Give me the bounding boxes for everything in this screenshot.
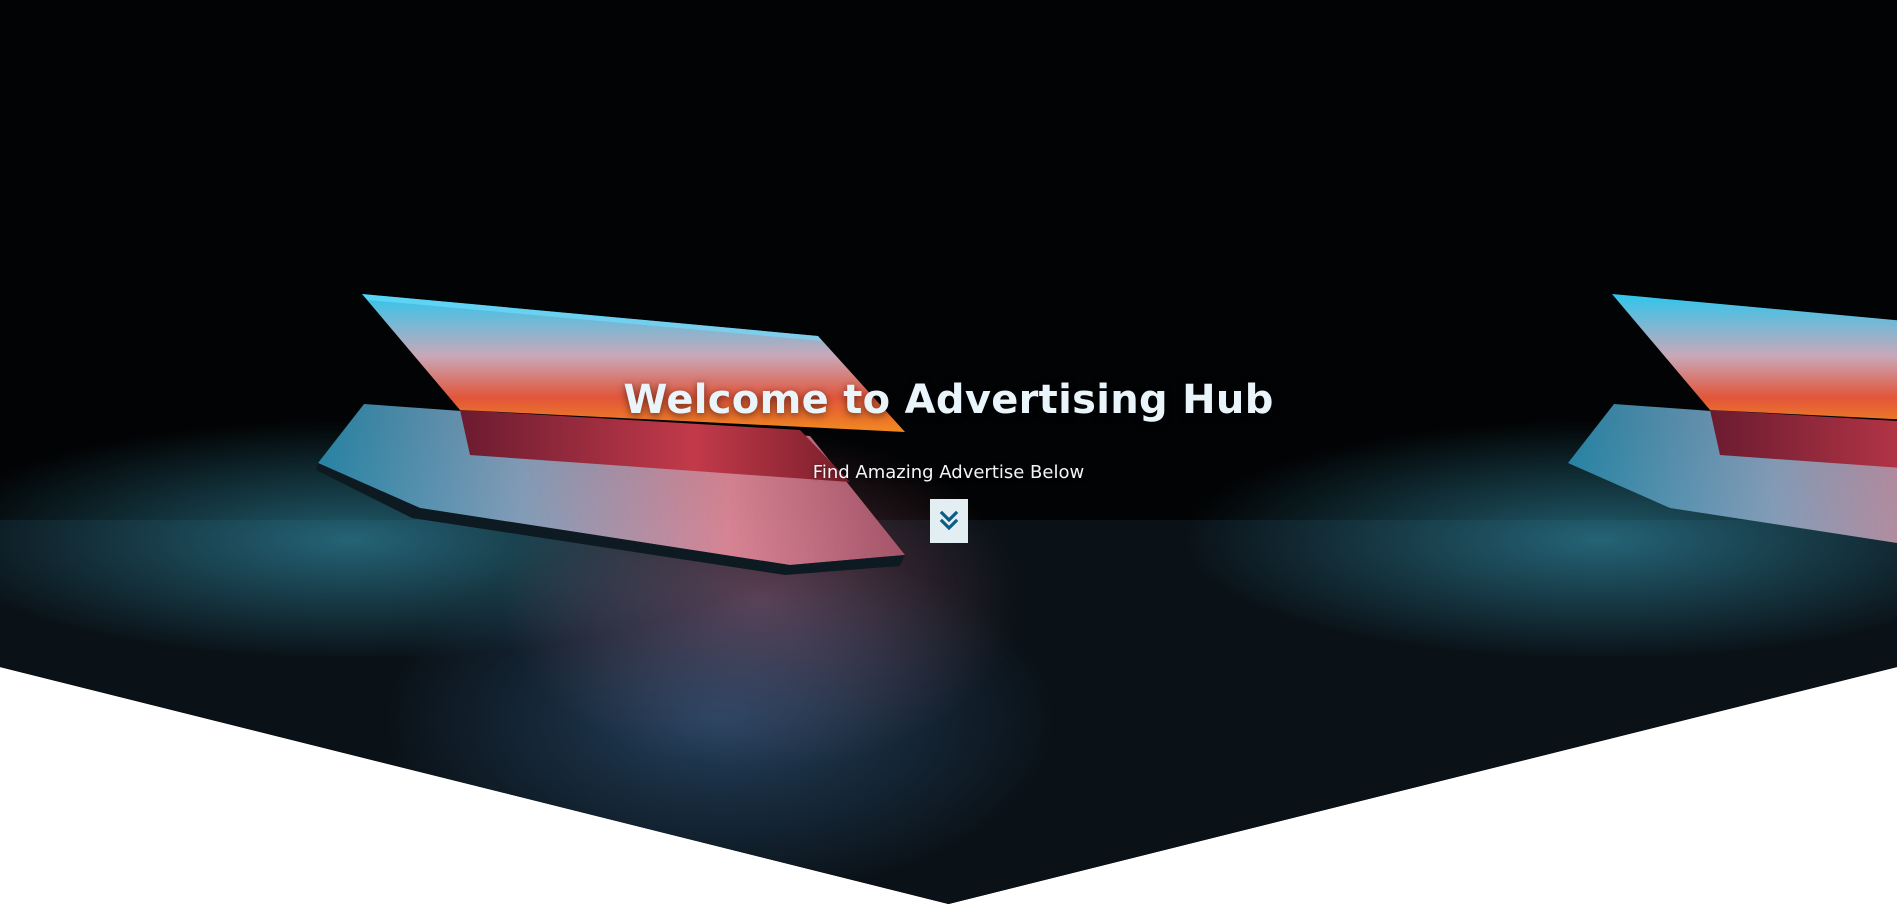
double-chevron-down-icon <box>939 510 959 531</box>
hero-section: Welcome to Advertising Hub Find Amazing … <box>0 0 1897 904</box>
scroll-down-button[interactable] <box>930 499 968 543</box>
page-title: Welcome to Advertising Hub <box>623 377 1274 423</box>
hero-subtitle: Find Amazing Advertise Below <box>812 462 1085 483</box>
hero-background-image <box>0 0 1897 904</box>
